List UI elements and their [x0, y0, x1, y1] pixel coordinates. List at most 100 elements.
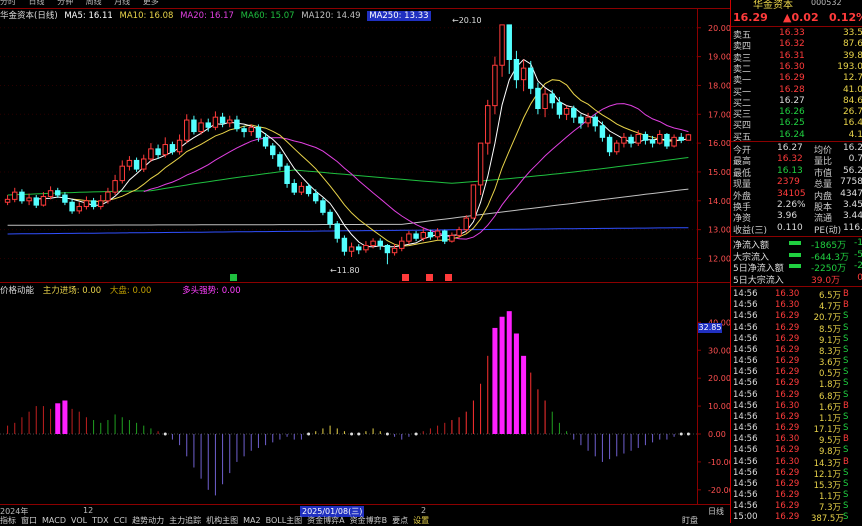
- candle[interactable]: [685, 134, 692, 141]
- candle[interactable]: [119, 165, 125, 182]
- candle[interactable]: [47, 190, 54, 197]
- kline-chart[interactable]: 20.0019.0018.0017.0016.0015.0014.0013.00…: [0, 0, 730, 523]
- order-book-row[interactable]: 买一 16.28 41.0: [731, 85, 862, 98]
- candle[interactable]: [592, 116, 598, 127]
- menu-item[interactable]: 分时: [0, 0, 16, 6]
- watch-tab[interactable]: 盯盘: [682, 515, 698, 526]
- bottom-tab[interactable]: 资金博弈A: [307, 516, 344, 525]
- candle[interactable]: [370, 240, 376, 246]
- candle[interactable]: [255, 126, 262, 138]
- candle[interactable]: [241, 128, 247, 133]
- order-book-row[interactable]: 买四 16.25 16.4: [731, 118, 862, 131]
- bottom-tab[interactable]: 窗口: [21, 516, 37, 525]
- candle[interactable]: [449, 234, 455, 242]
- candle[interactable]: [327, 211, 333, 225]
- candle[interactable]: [55, 190, 61, 196]
- candle[interactable]: [556, 102, 563, 115]
- candle[interactable]: [628, 136, 634, 144]
- candle[interactable]: [298, 185, 305, 193]
- candle[interactable]: [148, 148, 154, 160]
- candle[interactable]: [76, 206, 82, 212]
- candle[interactable]: [305, 185, 312, 195]
- candle[interactable]: [563, 108, 570, 115]
- candle[interactable]: [62, 194, 68, 203]
- candle[interactable]: [470, 184, 477, 219]
- order-book-row[interactable]: 买五 16.24 4.1: [731, 130, 862, 143]
- candle[interactable]: [485, 105, 491, 144]
- candle[interactable]: [33, 197, 39, 206]
- candle[interactable]: [262, 136, 269, 147]
- candle[interactable]: [542, 93, 548, 110]
- candle[interactable]: [270, 145, 276, 156]
- bottom-tab[interactable]: 设置: [413, 516, 429, 525]
- bottom-tab[interactable]: 指标: [0, 516, 16, 525]
- candle[interactable]: [356, 246, 362, 251]
- candle[interactable]: [442, 230, 448, 242]
- candle[interactable]: [664, 133, 670, 147]
- candle[interactable]: [599, 125, 606, 138]
- candle[interactable]: [133, 159, 140, 170]
- candle[interactable]: [105, 191, 111, 202]
- order-book-row[interactable]: 卖三 16.31 39.8: [731, 51, 862, 64]
- candle[interactable]: [571, 108, 577, 118]
- candle[interactable]: [463, 217, 469, 231]
- menu-item[interactable]: 日线: [29, 0, 45, 6]
- order-book-row[interactable]: 卖二 16.30 193.0: [731, 62, 862, 75]
- candle[interactable]: [162, 144, 168, 156]
- candle[interactable]: [112, 180, 118, 193]
- candle[interactable]: [427, 232, 434, 238]
- candle[interactable]: [184, 119, 190, 141]
- order-book-row[interactable]: 卖四 16.32 87.6: [731, 39, 862, 52]
- candle[interactable]: [413, 233, 419, 239]
- candle[interactable]: [678, 136, 684, 141]
- candle[interactable]: [456, 229, 462, 236]
- menu-item[interactable]: 更多: [143, 0, 159, 6]
- candle[interactable]: [98, 200, 104, 208]
- candle[interactable]: [363, 244, 369, 251]
- bottom-tab[interactable]: 资金博弈B: [350, 516, 388, 525]
- candle[interactable]: [205, 122, 211, 128]
- order-book-row[interactable]: 卖一 16.29 12.7: [731, 73, 862, 86]
- candle[interactable]: [391, 247, 398, 254]
- candle[interactable]: [12, 191, 18, 200]
- candle[interactable]: [477, 142, 484, 186]
- candle[interactable]: [141, 158, 147, 170]
- candle[interactable]: [513, 58, 520, 81]
- candle[interactable]: [549, 93, 555, 104]
- candle[interactable]: [585, 116, 591, 124]
- candle[interactable]: [520, 67, 527, 81]
- menu-item[interactable]: 分钟: [57, 0, 73, 6]
- candle[interactable]: [420, 232, 426, 239]
- candle[interactable]: [671, 136, 677, 147]
- bottom-tab[interactable]: TDX: [92, 516, 109, 525]
- candle[interactable]: [606, 136, 613, 153]
- bottom-tab[interactable]: 要点: [392, 516, 408, 525]
- candle[interactable]: [399, 240, 405, 249]
- candle[interactable]: [384, 244, 391, 254]
- order-book-row[interactable]: 买二 16.27 84.6: [731, 96, 862, 109]
- candle[interactable]: [406, 233, 412, 242]
- bottom-tab[interactable]: BOLL主图: [266, 516, 303, 525]
- bottom-tab[interactable]: 趋势动力: [132, 516, 164, 525]
- candle[interactable]: [126, 159, 133, 167]
- candle[interactable]: [155, 148, 161, 156]
- order-book-row[interactable]: 卖五 16.33 33.5: [731, 28, 862, 41]
- candle[interactable]: [176, 139, 183, 153]
- candle[interactable]: [4, 198, 11, 203]
- candle[interactable]: [212, 116, 219, 128]
- candle[interactable]: [614, 142, 620, 153]
- menu-item[interactable]: 月线: [114, 0, 130, 6]
- order-book-row[interactable]: 买三 16.26 26.7: [731, 107, 862, 120]
- candle[interactable]: [291, 182, 297, 193]
- bottom-tab[interactable]: CCI: [114, 516, 128, 525]
- candle[interactable]: [499, 24, 505, 66]
- candle[interactable]: [377, 240, 383, 246]
- bottom-tab[interactable]: 机构主图: [206, 516, 238, 525]
- candle[interactable]: [334, 223, 340, 239]
- candle[interactable]: [649, 139, 656, 144]
- candle[interactable]: [578, 116, 584, 124]
- candle[interactable]: [69, 201, 75, 212]
- candle[interactable]: [248, 126, 254, 133]
- candle[interactable]: [642, 133, 649, 141]
- candle[interactable]: [169, 144, 176, 153]
